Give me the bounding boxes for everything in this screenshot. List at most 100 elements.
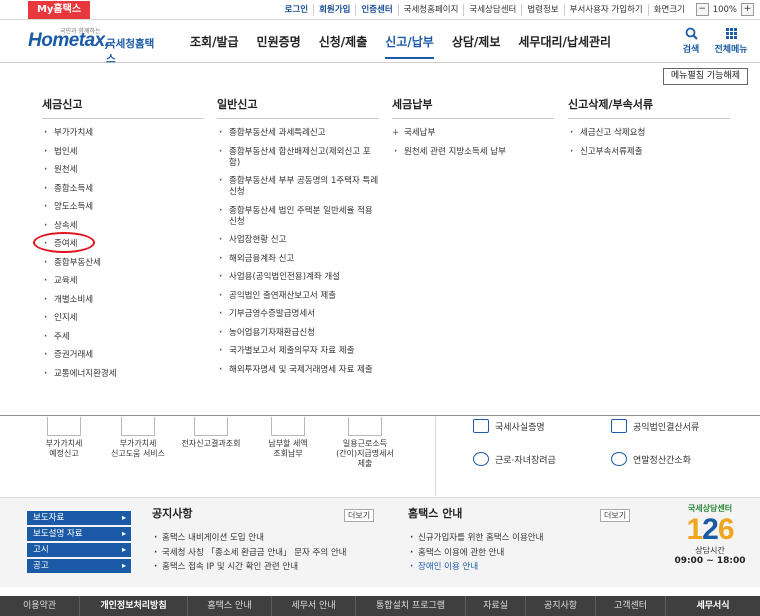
footer-customer-center[interactable]: 고객센터 — [596, 596, 666, 616]
hometax-logo[interactable]: 국민과 함께하는 Hometax, 국세청홈택스 — [28, 26, 163, 65]
hometax-info-more-button[interactable]: 더보기 — [600, 509, 631, 522]
screen-size-label: 화면크기 — [647, 4, 690, 16]
menu-item-comprehensive-real-estate-tax[interactable]: 종합부동산세 — [42, 258, 204, 269]
footer-notices[interactable]: 공지사항 — [526, 596, 596, 616]
call-number-digit: 6 — [717, 513, 735, 546]
menu-item-local-income-tax-payment[interactable]: 원천세 관련 지방소득세 납부 — [392, 147, 554, 158]
call-center-hours: 09:00 ~ 18:00 — [674, 556, 746, 566]
quick-vat-help[interactable]: 부가가치세 신고도움 서비스 — [107, 417, 169, 459]
main-navigation: 조회/발급 민원증명 신청/제출 신고/납부 상담/제보 세무대리/납세관리 — [190, 33, 629, 59]
all-menu-button[interactable]: 전체메뉴 — [712, 27, 750, 55]
menu-item[interactable]: 기부금영수증발급명세서 — [217, 309, 379, 320]
document-icon — [473, 419, 489, 433]
law-info-link[interactable]: 법령정보 — [521, 4, 563, 16]
menu-item-delete-request[interactable]: 세금신고 삭제요청 — [568, 128, 730, 139]
quick-label: 일용근로소득 (간이)지급명세서 제출 — [336, 439, 394, 468]
chevron-right-icon: ▸ — [121, 529, 126, 538]
quick-link-year-end-settlement[interactable]: 연말정산간소화 — [611, 452, 691, 466]
gnb-certificate[interactable]: 민원증명 — [257, 33, 301, 59]
menu-item-vat[interactable]: 부가가치세 — [42, 128, 204, 139]
menu-item-capital-gains-tax[interactable]: 양도소득세 — [42, 202, 204, 213]
zoom-out-button[interactable]: − — [695, 3, 709, 16]
search-button[interactable]: 검색 — [680, 27, 702, 55]
quick-tax-payment[interactable]: 납부할 세액 조회납부 — [257, 417, 319, 459]
notice-item[interactable]: 국세청 사칭 「종소세 환급금 안내」 문자 주의 안내 — [152, 548, 382, 558]
notification-link[interactable]: 고시 ▸ — [27, 543, 131, 557]
hometax-info-item[interactable]: 홈택스 이용에 관한 안내 — [408, 548, 638, 558]
menu-item[interactable]: 농어업용기자재환급신청 — [217, 328, 379, 339]
press-nav-label: 보도설명 자료 — [33, 529, 83, 539]
menu-item-corporate-tax[interactable]: 법인세 — [42, 147, 204, 158]
call-number-digit: 2 — [702, 513, 719, 546]
footer-hometax-info[interactable]: 홈택스 안내 — [188, 596, 272, 616]
my-hometax-button[interactable]: My홈택스 — [28, 1, 90, 19]
service-icon — [47, 417, 81, 436]
press-release-link[interactable]: 보도자료 ▸ — [27, 511, 131, 525]
menu-item-liquor-tax[interactable]: 주세 — [42, 332, 204, 343]
footer-archive[interactable]: 자료실 — [466, 596, 526, 616]
heart-icon — [473, 452, 489, 466]
info-band: 보도자료▸ 보도설명 자료▸ 고시▸ 공고▸ 공지사항 홈택스 내비게이션 도입… — [0, 497, 760, 587]
menu-item[interactable]: 사업장현황 신고 — [217, 235, 379, 246]
signup-link[interactable]: 회원가입 — [313, 4, 355, 16]
gnb-consult-report[interactable]: 상담/제보 — [452, 33, 501, 59]
menu-expand-toggle-button[interactable]: 메뉴펼침 기능해제 — [662, 68, 748, 85]
footer-privacy[interactable]: 개인정보처리방침 — [80, 596, 188, 616]
gnb-inquiry-issue[interactable]: 조회/발급 — [190, 33, 239, 59]
hometax-info-item[interactable]: 신규가입자를 위한 홈택스 이용안내 — [408, 533, 638, 543]
announcement-link[interactable]: 공고 ▸ — [27, 559, 131, 573]
nts-homepage-link[interactable]: 국세청홈페이지 — [397, 4, 464, 16]
menu-item-education-tax[interactable]: 교육세 — [42, 276, 204, 287]
hometax-info-item[interactable]: 장애인 이용 안내 — [408, 562, 638, 572]
chevron-right-icon: ▸ — [121, 561, 126, 570]
quick-label: 납부할 세액 조회납부 — [268, 439, 308, 458]
menu-item-attachment-submit[interactable]: 신고부속서류제출 — [568, 147, 730, 158]
quick-vat-preliminary[interactable]: 부가가치세 예정신고 — [33, 417, 95, 459]
dept-user-signup-link[interactable]: 부서사용자 가입하기 — [563, 4, 648, 16]
call-center-hours-label: 상담시간 — [695, 546, 725, 555]
notice-item[interactable]: 홈택스 접속 IP 및 시간 확인 관련 안내 — [152, 562, 382, 572]
calendar-icon — [611, 452, 627, 466]
notice-item[interactable]: 홈택스 내비게이션 도입 안내 — [152, 533, 382, 543]
menu-item-stamp-tax[interactable]: 인지세 — [42, 313, 204, 324]
footer-install[interactable]: 통합설치 프로그램 — [356, 596, 466, 616]
menu-item[interactable]: 종합부동산세 과세특례신고 — [217, 128, 379, 139]
menu-item[interactable]: 해외투자명세 및 국제거래명세 자료 제출 — [217, 365, 379, 376]
tax-counsel-link[interactable]: 국세상담센터 — [463, 4, 521, 16]
menu-item[interactable]: 종합부동산세 법인 주택분 일반세율 적용 신청 — [217, 206, 379, 228]
menu-item-income-tax[interactable]: 종합소득세 — [42, 184, 204, 195]
quick-e-filing-result[interactable]: 전자신고결과조회 — [180, 417, 242, 449]
zoom-value: 100% — [712, 4, 737, 15]
menu-item-national-tax-payment[interactable]: 국세납부 — [392, 128, 554, 139]
footer-terms[interactable]: 이용약관 — [0, 596, 80, 616]
quick-links-panel: 국세사실증명 공익법인결산서류 근로·자녀장려금 연말정산간소화 — [435, 417, 760, 495]
menu-item[interactable]: 종합부동산세 합산배제신고(제외신고 포함) — [217, 147, 379, 169]
notice-more-button[interactable]: 더보기 — [344, 509, 375, 522]
red-highlight-circle — [33, 232, 95, 253]
menu-item-transport-energy-env-tax[interactable]: 교통에너지환경세 — [42, 369, 204, 380]
gnb-tax-agent[interactable]: 세무대리/납세관리 — [518, 33, 611, 59]
gnb-report-pay[interactable]: 신고/납부 — [385, 33, 434, 59]
login-link[interactable]: 로그인 — [280, 4, 313, 16]
quick-link-tax-fact-cert[interactable]: 국세사실증명 — [473, 419, 545, 433]
menu-item-withholding-tax[interactable]: 원천세 — [42, 165, 204, 176]
menu-item[interactable]: 해외금융계좌 신고 — [217, 254, 379, 265]
quick-link-public-corp-docs[interactable]: 공익법인결산서류 — [611, 419, 699, 433]
cert-center-link[interactable]: 인증센터 — [355, 4, 397, 16]
menu-item-individual-consumption-tax[interactable]: 개별소비세 — [42, 295, 204, 306]
menu-item[interactable]: 사업용(공익법인전용)계좌 개설 — [217, 272, 379, 283]
gnb-apply-submit[interactable]: 신청/제출 — [319, 33, 368, 59]
quick-link-earned-income-credit[interactable]: 근로·자녀장려금 — [473, 452, 556, 466]
menu-item[interactable]: 공익법인 출연재산보고서 제출 — [217, 291, 379, 302]
menu-item[interactable]: 종합부동산세 부부 공동명의 1주택자 특례 신청 — [217, 176, 379, 198]
zoom-in-button[interactable]: + — [741, 3, 754, 16]
menu-item-securities-transaction-tax[interactable]: 증권거래세 — [42, 350, 204, 361]
chevron-right-icon: ▸ — [121, 545, 126, 554]
footer-tax-office[interactable]: 세무서 안내 — [272, 596, 356, 616]
menu-item[interactable]: 국가별보고서 제출의무자 자료 제출 — [217, 346, 379, 357]
grid-menu-icon — [725, 28, 737, 39]
press-explanation-link[interactable]: 보도설명 자료 ▸ — [27, 527, 131, 541]
footer-tax-forms[interactable]: 세무서식 — [666, 596, 760, 616]
menu-item-inheritance-tax[interactable]: 상속세 — [42, 221, 204, 232]
quick-daily-worker-statement[interactable]: 일용근로소득 (간이)지급명세서 제출 — [334, 417, 396, 469]
